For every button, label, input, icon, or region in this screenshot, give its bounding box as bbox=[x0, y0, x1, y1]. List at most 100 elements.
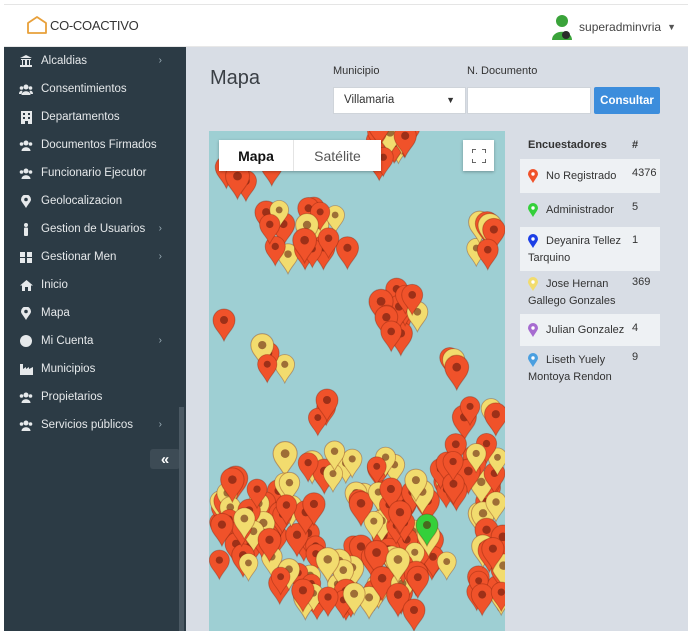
legend-row[interactable]: Jose Hernan Gallego Gonzales 369 bbox=[520, 271, 660, 314]
chevron-right-icon: › bbox=[158, 251, 162, 262]
encuestadores-legend: Encuestadores # No Registrado 4376 Admin… bbox=[520, 131, 660, 390]
legend-row-name: Deyanira Tellez Tarquino bbox=[528, 235, 622, 264]
user-avatar-icon bbox=[552, 15, 573, 40]
sidebar-item-label: Funcionario Ejecutor bbox=[41, 167, 147, 179]
users-icon bbox=[19, 82, 33, 96]
legend-header-name: Encuestadores bbox=[528, 139, 607, 151]
sidebar-item-geolocalizacion[interactable]: Geolocalizacion bbox=[4, 187, 180, 215]
sidebar-collapse-button[interactable]: « bbox=[150, 449, 180, 469]
sidebar-item-gestionar-men[interactable]: Gestionar Men › bbox=[4, 243, 180, 271]
map-marker-icon bbox=[528, 277, 538, 292]
map-marker-icon bbox=[19, 194, 33, 208]
map-marker-icon bbox=[528, 234, 538, 249]
documento-label: N. Documento bbox=[467, 65, 538, 77]
home-icon bbox=[19, 278, 33, 292]
legend-row[interactable]: Administrador 5 bbox=[520, 193, 660, 227]
map-pin[interactable] bbox=[484, 402, 505, 438]
map-pin[interactable] bbox=[470, 583, 494, 617]
sidebar-item-label: Alcaldias bbox=[41, 55, 88, 67]
sidebar-item-label: Departamentos bbox=[41, 111, 120, 123]
map-pin[interactable] bbox=[209, 549, 230, 581]
legend-row-count: 4 bbox=[632, 322, 639, 334]
legend-row-name: Administrador bbox=[546, 204, 614, 216]
circle-icon bbox=[19, 334, 33, 348]
fullscreen-icon bbox=[471, 148, 486, 163]
map-markers bbox=[209, 131, 505, 631]
municipio-select[interactable]: Villamaria ▼ bbox=[333, 87, 466, 114]
legend-row-name: Jose Hernan Gallego Gonzales bbox=[528, 278, 616, 307]
map-pin[interactable] bbox=[238, 553, 259, 582]
sidebar-item-inicio[interactable]: Inicio bbox=[4, 271, 180, 299]
map-marker-icon bbox=[528, 323, 538, 338]
map-pin[interactable] bbox=[257, 354, 278, 384]
users-icon bbox=[19, 390, 33, 404]
sidebar-item-mi-cuenta[interactable]: Mi Cuenta › bbox=[4, 327, 180, 355]
map-pin[interactable] bbox=[436, 551, 457, 581]
app-logo[interactable]: CO-COACTIVO bbox=[26, 16, 139, 34]
consultar-button[interactable]: Consultar bbox=[594, 87, 660, 114]
legend-row[interactable]: Julian Gonzalez 4 bbox=[520, 314, 660, 346]
user-menu[interactable]: superadminvria ▼ bbox=[551, 14, 676, 40]
chevron-right-icon: › bbox=[158, 335, 162, 346]
legend-row[interactable]: Liseth Yuely Montoya Rendon 9 bbox=[520, 346, 660, 390]
map-pin[interactable] bbox=[212, 308, 236, 343]
legend-header: Encuestadores # bbox=[520, 131, 660, 159]
building-icon bbox=[19, 110, 33, 124]
person-icon bbox=[19, 222, 33, 236]
map-type-toggle: Mapa Satélite bbox=[219, 140, 381, 171]
users-icon bbox=[19, 166, 33, 180]
legend-row-count: 5 bbox=[632, 201, 639, 213]
fullscreen-button[interactable] bbox=[463, 140, 494, 171]
legend-row-name: No Registrado bbox=[546, 170, 617, 182]
documento-input[interactable] bbox=[467, 87, 591, 114]
map-type-map-button[interactable]: Mapa bbox=[219, 140, 293, 171]
main-content: Mapa Municipio N. Documento Villamaria ▼… bbox=[186, 47, 688, 631]
map-type-satellite-button[interactable]: Satélite bbox=[293, 140, 381, 171]
map-pin[interactable] bbox=[335, 236, 360, 271]
sidebar-item-label: Propietarios bbox=[41, 391, 103, 403]
sidebar-item-label: Consentimientos bbox=[41, 83, 127, 95]
municipio-label: Municipio bbox=[333, 65, 380, 77]
sidebar-item-label: Servicios públicos bbox=[41, 419, 134, 431]
sidebar: Alcaldias › Consentimientos Departamento… bbox=[4, 47, 186, 631]
map-pin[interactable] bbox=[272, 440, 298, 478]
sidebar-item-label: Gestionar Men bbox=[41, 251, 117, 263]
sidebar-item-departamentos[interactable]: Departamentos bbox=[4, 103, 180, 131]
map-marker-icon bbox=[19, 306, 33, 320]
legend-header-count: # bbox=[632, 139, 639, 151]
user-name: superadminvria bbox=[579, 20, 662, 34]
chevron-right-icon: › bbox=[158, 55, 162, 66]
sidebar-scrollbar[interactable] bbox=[179, 407, 184, 631]
page-title: Mapa bbox=[210, 67, 261, 89]
sidebar-item-alcaldias[interactable]: Alcaldias › bbox=[4, 47, 180, 75]
sidebar-item-consentimientos[interactable]: Consentimientos bbox=[4, 75, 180, 103]
legend-row-count: 369 bbox=[632, 276, 651, 288]
sidebar-item-funcionario-ejecutor[interactable]: Funcionario Ejecutor bbox=[4, 159, 180, 187]
legend-row[interactable]: No Registrado 4376 bbox=[520, 159, 660, 193]
users-icon bbox=[19, 418, 33, 432]
legend-row-count: 4376 bbox=[632, 167, 657, 179]
map-marker-icon bbox=[528, 203, 538, 218]
sidebar-item-servicios-publicos[interactable]: Servicios públicos › bbox=[4, 411, 180, 439]
sidebar-item-label: Geolocalizacion bbox=[41, 195, 123, 207]
sidebar-item-label: Gestion de Usuarios bbox=[41, 223, 146, 235]
sidebar-item-label: Inicio bbox=[41, 279, 68, 291]
map-view[interactable]: Mapa Satélite bbox=[209, 131, 505, 631]
chevron-right-icon: › bbox=[158, 419, 162, 430]
sidebar-item-mapa[interactable]: Mapa bbox=[4, 299, 180, 327]
legend-row-name: Julian Gonzalez bbox=[546, 324, 625, 336]
sidebar-item-propietarios[interactable]: Propietarios bbox=[4, 383, 180, 411]
map-pin[interactable] bbox=[444, 354, 470, 392]
sidebar-item-municipios[interactable]: Municipios bbox=[4, 355, 180, 383]
map-pin[interactable] bbox=[402, 598, 426, 631]
legend-row[interactable]: Deyanira Tellez Tarquino 1 bbox=[520, 227, 660, 271]
logo-text: CO-COACTIVO bbox=[50, 17, 139, 33]
caret-down-icon: ▼ bbox=[667, 22, 676, 32]
bank-icon bbox=[19, 54, 33, 68]
sidebar-item-gestion-de-usuarios[interactable]: Gestion de Usuarios › bbox=[4, 215, 180, 243]
sidebar-item-documentos-firmados[interactable]: Documentos Firmados bbox=[4, 131, 180, 159]
grid-icon bbox=[19, 250, 33, 264]
sidebar-item-label: Mi Cuenta bbox=[41, 335, 94, 347]
map-pin[interactable] bbox=[476, 238, 499, 271]
chevron-right-icon: › bbox=[158, 223, 162, 234]
